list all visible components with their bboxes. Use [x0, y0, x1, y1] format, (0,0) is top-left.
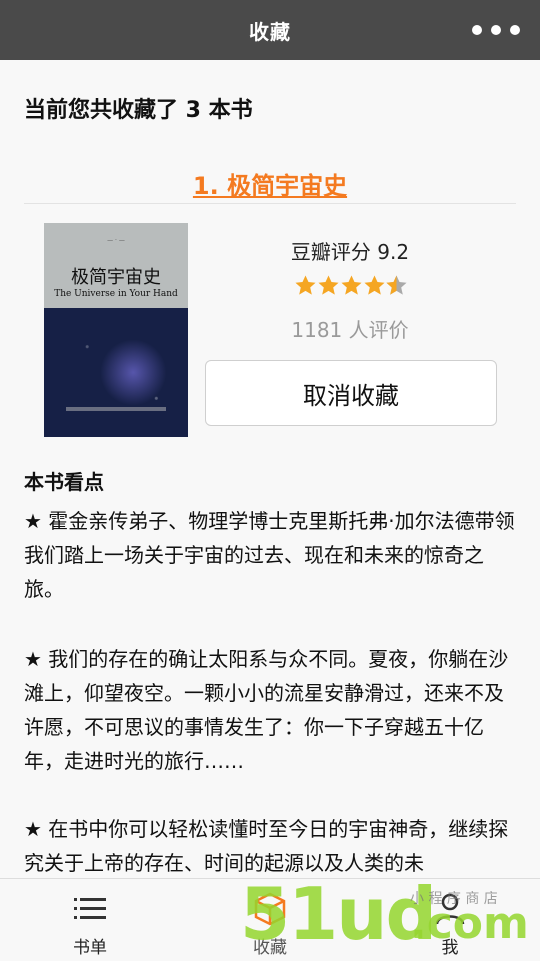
book-cover[interactable]: — · — 极简宇宙史 The Universe in Your Hand: [44, 223, 188, 437]
tab-label: 书单: [73, 938, 107, 958]
list-icon: [74, 898, 106, 919]
more-dot-icon: [491, 25, 501, 35]
star-full-icon: [318, 275, 339, 295]
cover-title-cn: 极简宇宙史: [71, 267, 161, 288]
cover-publisher-mark: — · —: [107, 237, 125, 244]
tab-booklist[interactable]: 书单: [0, 879, 180, 961]
rating-count: 1181 人评价: [291, 318, 409, 342]
cancel-favorite-button[interactable]: 取消收藏: [205, 360, 497, 426]
highlight-paragraph: ★ 我们的存在的确让太阳系与众不同。夏夜，你躺在沙滩上，仰望夜空。一颗小小的流星…: [24, 647, 509, 773]
tab-label: 我: [441, 938, 459, 958]
divider: [24, 203, 516, 204]
tab-me[interactable]: 我: [360, 879, 540, 961]
star-full-icon: [341, 275, 362, 295]
more-options-button[interactable]: [472, 16, 520, 44]
bottom-tab-bar: 书单 收藏 我: [0, 878, 540, 961]
user-icon: [435, 893, 465, 925]
highlights-heading: 本书看点: [24, 470, 104, 494]
more-dot-icon: [472, 25, 482, 35]
top-bar: 收藏: [0, 0, 540, 60]
collection-summary: 当前您共收藏了 3 本书: [24, 98, 253, 123]
star-full-icon: [364, 275, 385, 295]
highlight-paragraph: ★ 在书中你可以轻松读懂时至今日的宇宙神奇，继续探究关于上帝的存在、时间的起源以…: [24, 817, 509, 875]
tab-label: 收藏: [253, 938, 287, 958]
cover-stripe: [66, 407, 166, 411]
douban-rating: 豆瓣评分 9.2: [290, 240, 410, 264]
page-title: 收藏: [249, 19, 291, 44]
rating-stars: [295, 275, 407, 295]
more-dot-icon: [510, 25, 520, 35]
box-icon: [254, 892, 286, 926]
cover-galaxy-image: [44, 308, 188, 437]
star-full-icon: [295, 275, 316, 295]
tab-favorites[interactable]: 收藏: [180, 879, 360, 961]
cover-title-en: The Universe in Your Hand: [54, 289, 178, 299]
book-title-link[interactable]: 1. 极简宇宙史: [0, 166, 540, 201]
highlight-paragraph: ★ 霍金亲传弟子、物理学博士克里斯托弗·加尔法德带领我们踏上一场关于宇宙的过去、…: [24, 509, 515, 601]
